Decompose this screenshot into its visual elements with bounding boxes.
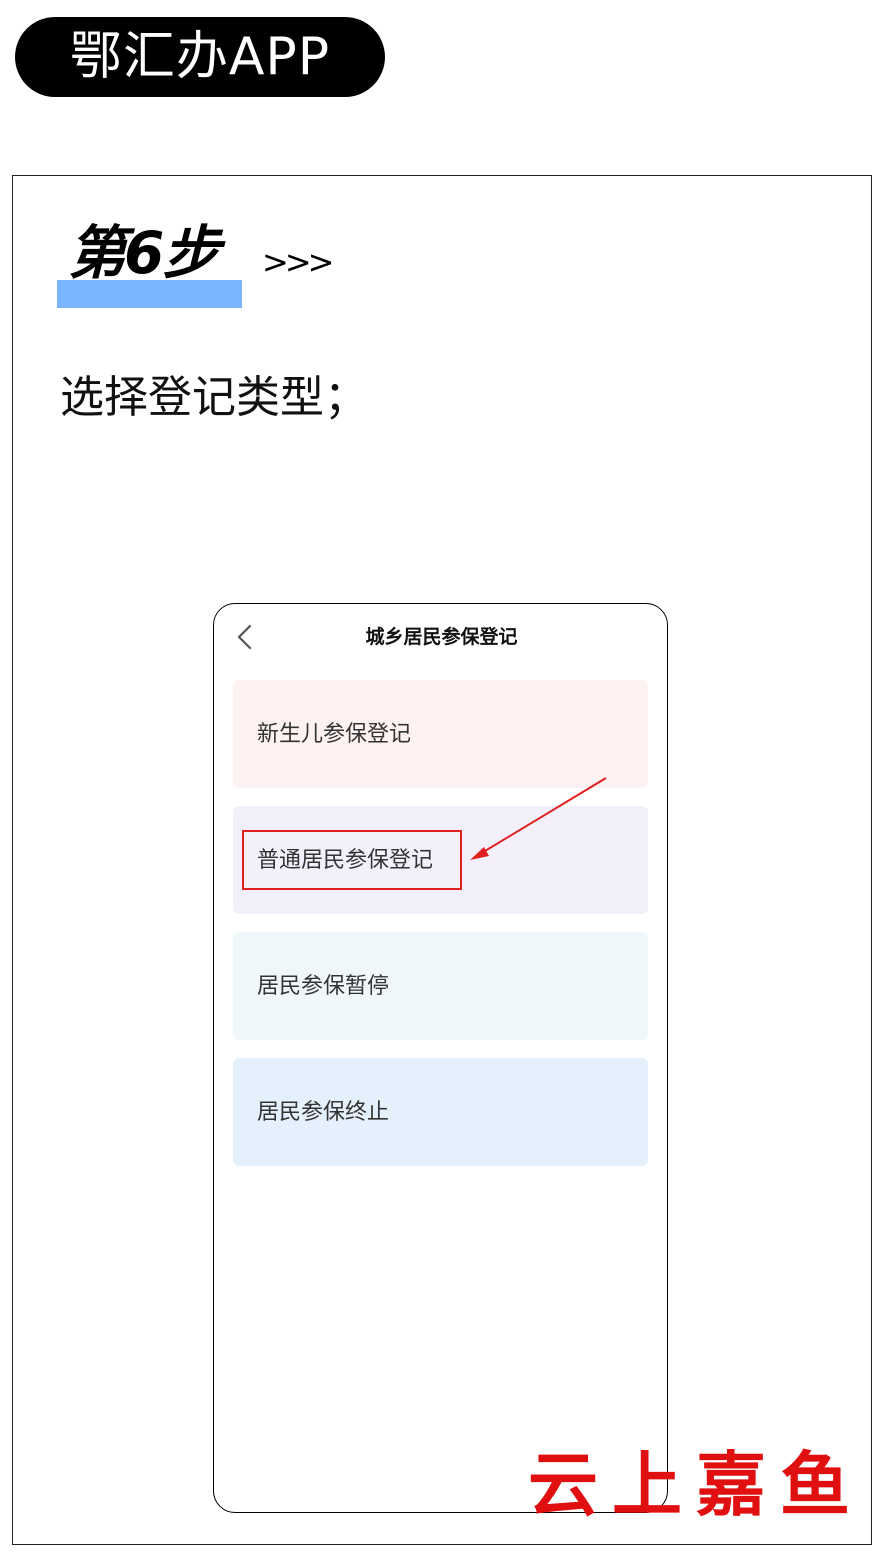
step-instruction: 选择登记类型；: [60, 372, 368, 423]
option-terminate-insurance[interactable]: 居民参保终止: [233, 1058, 648, 1166]
watermark-logo: 云上嘉鱼: [528, 1443, 864, 1526]
step-arrows: >>>: [262, 243, 334, 281]
option-suspend-insurance[interactable]: 居民参保暂停: [233, 932, 648, 1040]
option-label: 居民参保暂停: [257, 974, 390, 999]
option-newborn-registration[interactable]: 新生儿参保登记: [233, 680, 648, 788]
app-name-badge: 鄂汇办APP: [15, 17, 385, 97]
option-label: 居民参保终止: [257, 1100, 390, 1125]
step-title: 第6步: [68, 219, 220, 287]
highlight-box: [242, 830, 462, 890]
nav-title: 城乡居民参保登记: [365, 626, 518, 648]
option-label: 新生儿参保登记: [257, 722, 412, 747]
phone-screenshot: 城乡居民参保登记 新生儿参保登记 普通居民参保登记 居民参保暂停 居民参保终止: [213, 603, 668, 1513]
